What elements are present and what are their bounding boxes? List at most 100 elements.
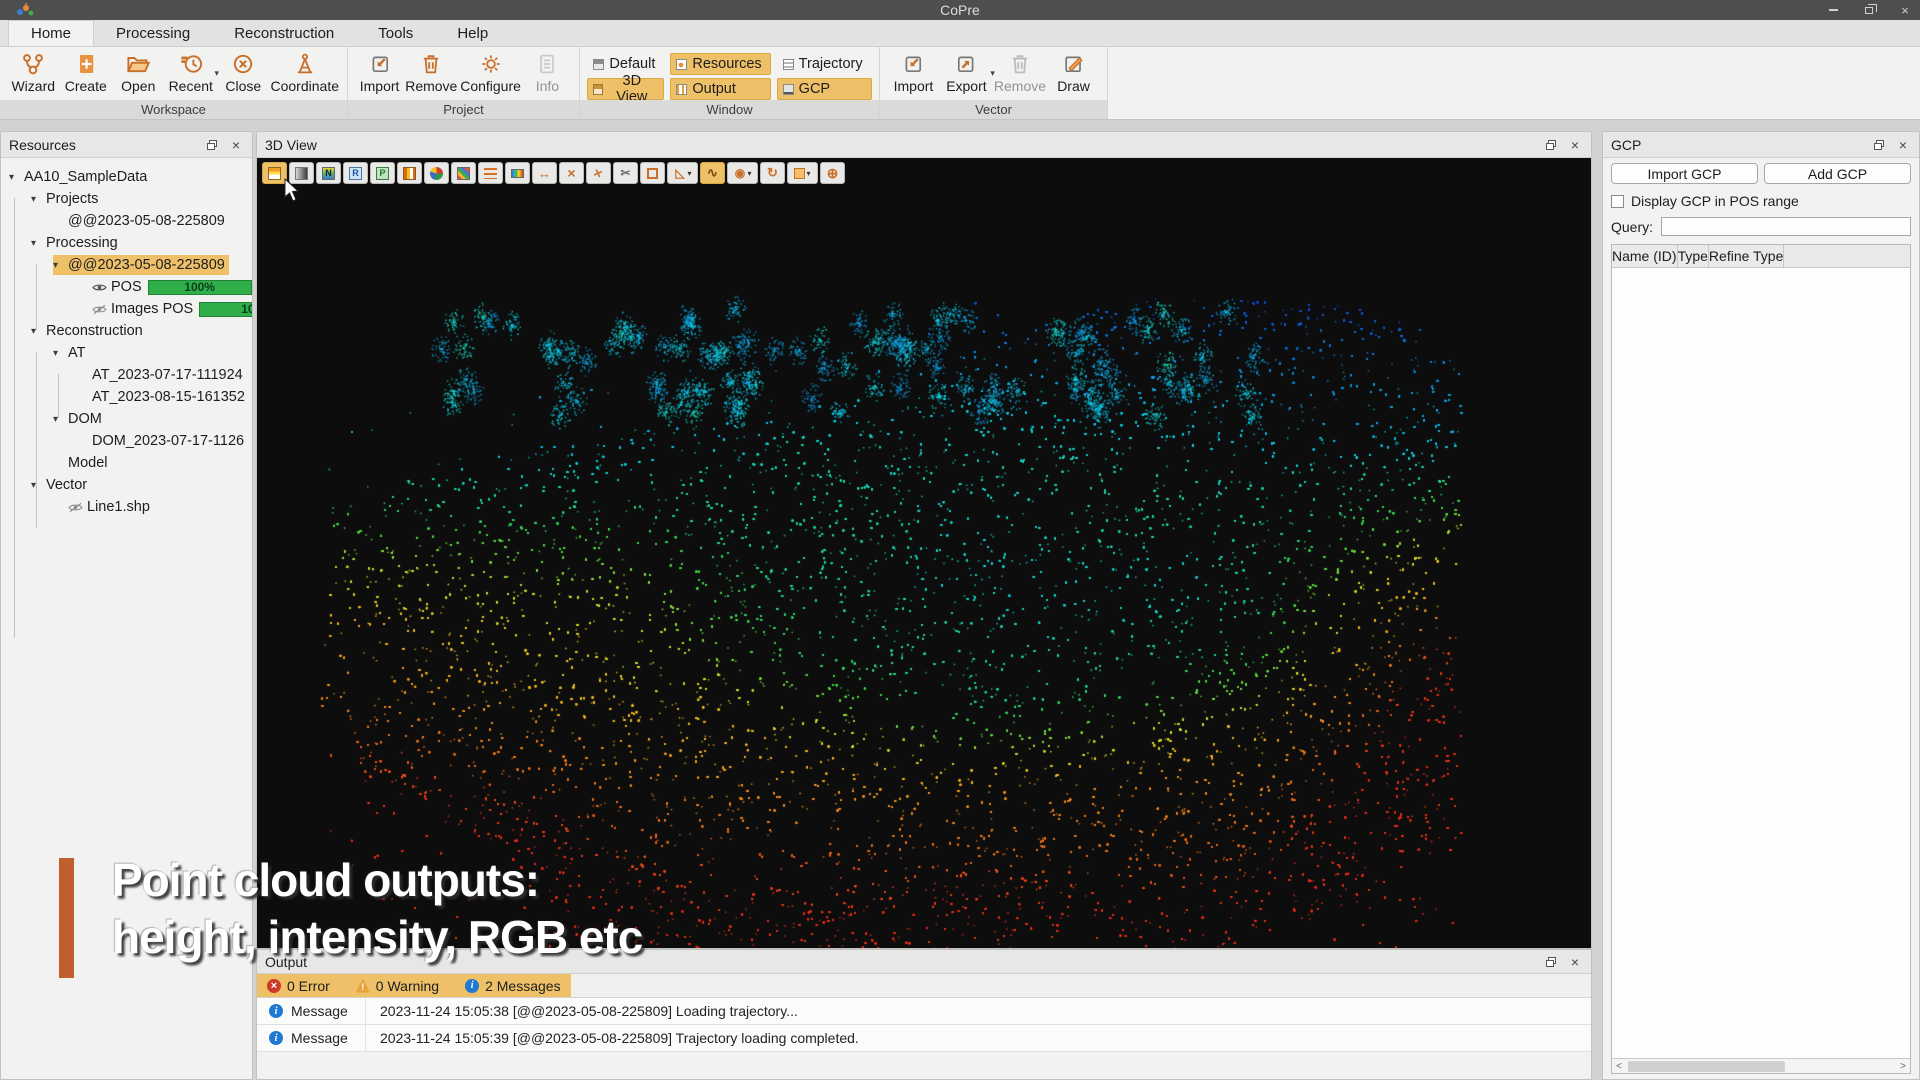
color-by-rgb-button[interactable]: [343, 162, 368, 184]
tree-expander-icon[interactable]: [31, 238, 46, 249]
close-button[interactable]: Close: [218, 50, 269, 94]
info-button[interactable]: Info: [524, 50, 571, 94]
float-panel-icon[interactable]: [1543, 137, 1559, 153]
draw-button[interactable]: Draw: [1048, 50, 1099, 94]
tree-expander-icon[interactable]: [31, 326, 46, 337]
toggle-trajectory[interactable]: Trajectory: [777, 53, 872, 75]
close-panel-icon[interactable]: ×: [228, 137, 244, 153]
tree-item-project-entry[interactable]: @@2023-05-08-225809: [1, 210, 252, 232]
tree-expander-icon[interactable]: [53, 348, 68, 359]
scroll-right-icon[interactable]: >: [1896, 1061, 1910, 1072]
tree-item-projects[interactable]: Projects: [1, 188, 252, 210]
toggle-default[interactable]: Default: [587, 53, 664, 75]
colorbar-button[interactable]: [505, 162, 530, 184]
rotate-3d-button[interactable]: [760, 162, 785, 184]
polyline-button[interactable]: [700, 162, 725, 184]
tree-item-dom-1[interactable]: DOM_2023-07-17-1126: [1, 430, 252, 452]
create-button[interactable]: Create: [61, 50, 112, 94]
tree-item-sampledata[interactable]: AA10_SampleData: [1, 166, 252, 188]
tree-item-at[interactable]: AT: [1, 342, 252, 364]
tree-item-pos[interactable]: POS 100%: [1, 276, 252, 298]
tree-expander-icon[interactable]: [53, 260, 68, 271]
close-window-button[interactable]: ×: [1898, 3, 1912, 17]
configure-button[interactable]: Configure: [459, 50, 521, 94]
cut-horizontal-button[interactable]: [559, 162, 584, 184]
volume-button[interactable]: [787, 162, 818, 184]
gcp-horizontal-scrollbar[interactable]: < >: [1612, 1058, 1910, 1073]
import-project-button[interactable]: Import: [356, 50, 403, 94]
point-cloud-canvas[interactable]: [257, 158, 1591, 948]
close-panel-icon[interactable]: ×: [1895, 137, 1911, 153]
tab-reconstruction[interactable]: Reconstruction: [212, 20, 356, 46]
tree-expander-icon[interactable]: [9, 172, 24, 183]
viewer-viewport[interactable]: [257, 158, 1591, 948]
visibility-eye-icon[interactable]: [68, 502, 87, 513]
float-panel-icon[interactable]: [204, 137, 220, 153]
import-vector-button[interactable]: Import: [888, 50, 939, 94]
color-wheel-button[interactable]: [424, 162, 449, 184]
gcp-column-header[interactable]: Type: [1678, 245, 1709, 267]
gcp-column-header[interactable]: Name (ID): [1612, 245, 1678, 267]
color-by-intensity-button[interactable]: [289, 162, 314, 184]
output-message-row[interactable]: Message 2023-11-24 15:05:39 [@@2023-05-0…: [257, 1025, 1591, 1052]
toggle-resources[interactable]: Resources: [670, 53, 770, 75]
color-by-pos-button[interactable]: [370, 162, 395, 184]
tab-errors[interactable]: 0 Error: [267, 978, 330, 994]
scrollbar-thumb[interactable]: [1628, 1061, 1785, 1072]
open-button[interactable]: Open: [113, 50, 164, 94]
tree-item-line1[interactable]: Line1.shp: [1, 496, 252, 518]
remove-vector-button[interactable]: Remove: [994, 50, 1046, 94]
tree-expander-icon[interactable]: [53, 414, 68, 425]
gcp-table-body[interactable]: [1612, 268, 1910, 1058]
tree-item-at-1[interactable]: AT_2023-07-17-111924: [1, 364, 252, 386]
minimize-button[interactable]: [1826, 3, 1840, 17]
crop-button[interactable]: [640, 162, 665, 184]
remove-project-button[interactable]: Remove: [405, 50, 457, 94]
wizard-button[interactable]: Wizard: [8, 50, 59, 94]
tree-item-images-pos[interactable]: Images POS 100: [1, 298, 252, 320]
tree-item-processing[interactable]: Processing: [1, 232, 252, 254]
cut-vertical-button[interactable]: [586, 162, 611, 184]
tab-help[interactable]: Help: [435, 20, 510, 46]
export-vector-button[interactable]: Export: [941, 50, 992, 94]
tree-item-processing-entry[interactable]: @@2023-05-08-225809: [1, 254, 252, 276]
tab-processing[interactable]: Processing: [94, 20, 212, 46]
restore-button[interactable]: [1862, 3, 1876, 17]
query-input[interactable]: [1661, 217, 1911, 236]
visibility-button[interactable]: [727, 162, 758, 184]
toggle-gcp[interactable]: GCP: [777, 78, 872, 100]
visibility-eye-icon[interactable]: [92, 282, 111, 293]
pan-button[interactable]: [532, 162, 557, 184]
add-gcp-button[interactable]: Add GCP: [1764, 163, 1911, 184]
tab-tools[interactable]: Tools: [356, 20, 435, 46]
float-panel-icon[interactable]: [1871, 137, 1887, 153]
locate-target-button[interactable]: [820, 162, 845, 184]
tree-item-at-2[interactable]: AT_2023-08-15-161352: [1, 386, 252, 408]
tree-item-model[interactable]: Model: [1, 452, 252, 474]
measure-button[interactable]: [667, 162, 698, 184]
close-panel-icon[interactable]: ×: [1567, 954, 1583, 970]
tree-expander-icon[interactable]: [31, 194, 46, 205]
tab-warnings[interactable]: 0 Warning: [356, 978, 439, 994]
float-panel-icon[interactable]: [1543, 954, 1559, 970]
import-gcp-button[interactable]: Import GCP: [1611, 163, 1758, 184]
tree-item-reconstruction[interactable]: Reconstruction: [1, 320, 252, 342]
recent-button[interactable]: Recent: [166, 50, 217, 94]
classify-edit-button[interactable]: [451, 162, 476, 184]
tree-expander-icon[interactable]: [31, 480, 46, 491]
color-by-normal-button[interactable]: [316, 162, 341, 184]
close-panel-icon[interactable]: ×: [1567, 137, 1583, 153]
toggle-3dview[interactable]: 3D View: [587, 78, 664, 100]
coordinate-button[interactable]: Coordinate: [271, 50, 340, 94]
display-gcp-checkbox[interactable]: [1611, 195, 1624, 208]
tree-item-dom[interactable]: DOM: [1, 408, 252, 430]
color-by-thermo-button[interactable]: [397, 162, 422, 184]
tree-item-vector[interactable]: Vector: [1, 474, 252, 496]
scroll-left-icon[interactable]: <: [1612, 1061, 1626, 1072]
tab-messages[interactable]: 2 Messages: [465, 978, 560, 994]
clip-button[interactable]: [613, 162, 638, 184]
tab-home[interactable]: Home: [8, 20, 94, 46]
color-by-height-button[interactable]: [262, 162, 287, 184]
visibility-eye-icon[interactable]: [92, 304, 111, 315]
gcp-column-header[interactable]: Refine Type: [1709, 245, 1784, 267]
